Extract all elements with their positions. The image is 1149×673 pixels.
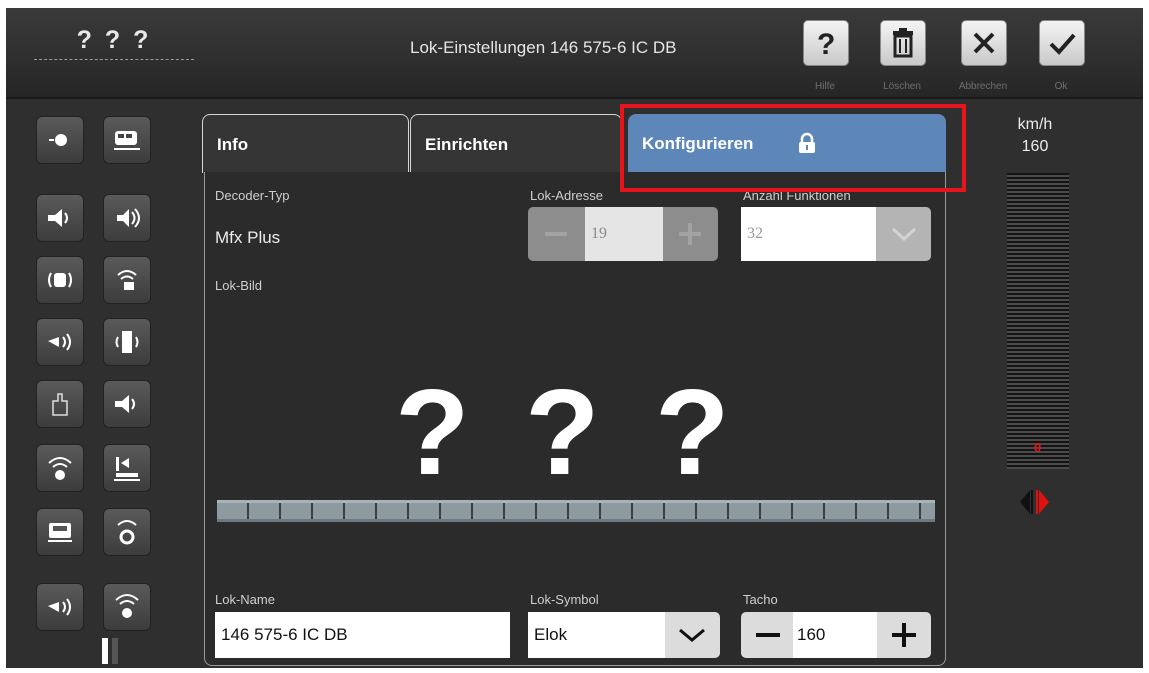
loco-name-label: Lok-Name	[215, 592, 275, 607]
function-count-field[interactable]: 32	[741, 207, 876, 261]
loco-symbol-field[interactable]: Elok	[528, 612, 665, 658]
help-button[interactable]: ?	[803, 20, 849, 66]
address-decrement-button	[528, 207, 585, 261]
header-bar: ? ? ? Lok-Einstellungen 146 575-6 IC DB …	[6, 8, 1143, 99]
address-label: Lok-Adresse	[530, 188, 603, 203]
decoder-type-value: Mfx Plus	[215, 228, 281, 247]
chevron-down-icon	[891, 227, 917, 242]
delete-button[interactable]	[880, 20, 926, 66]
chevron-down-icon	[679, 628, 705, 642]
check-icon	[1049, 33, 1076, 55]
function-button[interactable]	[103, 380, 151, 428]
address-field: 19	[585, 207, 663, 261]
tab-info[interactable]: Info	[202, 114, 409, 173]
speed-unit: km/h	[1017, 116, 1053, 133]
door-sound-icon	[115, 331, 139, 353]
tacho-field[interactable]: 160	[793, 612, 877, 658]
function-count-value: 32	[747, 225, 763, 242]
address-increment-button	[663, 207, 718, 261]
decoder-type-label: Decoder-Typ	[215, 188, 290, 203]
loco-name-value: 146 575-6 IC DB	[221, 625, 348, 644]
function-button[interactable]	[36, 444, 84, 492]
delete-label: Löschen	[883, 81, 921, 92]
function-button[interactable]	[36, 583, 84, 631]
wagon-light-icon	[48, 523, 72, 542]
cab-light-icon	[48, 272, 72, 288]
signal-wave-icon	[48, 457, 72, 480]
loco-symbol-select[interactable]: Elok	[528, 612, 720, 658]
highlight-frame	[620, 104, 966, 192]
function-scroll-indicator[interactable]	[102, 638, 120, 664]
loco-symbol-value: Elok	[534, 625, 568, 644]
cancel-label: Abbrechen	[958, 81, 1008, 92]
tab-einrichten-label: Einrichten	[425, 135, 509, 154]
image-placeholder-char: ?	[655, 364, 730, 500]
page-title: Lok-Einstellungen 146 575-6 IC DB	[410, 38, 677, 57]
minus-icon	[756, 633, 780, 637]
current-speed: 0	[1034, 440, 1042, 455]
app-screen: ? ? ? Lok-Einstellungen 146 575-6 IC DB …	[6, 8, 1143, 668]
horn-sound-icon	[48, 209, 68, 227]
track-graphic	[217, 500, 935, 522]
close-icon	[973, 32, 995, 54]
function-button[interactable]	[36, 194, 84, 242]
svg-text:?: ?	[817, 28, 835, 59]
function-button[interactable]	[103, 444, 151, 492]
tab-info-label: Info	[217, 135, 249, 154]
whistle-icon	[48, 333, 71, 351]
function-button[interactable]	[103, 318, 151, 366]
horn-alt-icon	[48, 598, 71, 616]
tab-einrichten[interactable]: Einrichten	[410, 114, 622, 173]
loco-short-name[interactable]: ? ? ?	[34, 26, 194, 60]
function-button[interactable]	[36, 116, 84, 164]
loco-image-label: Lok-Bild	[215, 278, 262, 293]
direction-arrows-icon	[1020, 490, 1049, 514]
function-button[interactable]	[103, 508, 151, 556]
address-stepper: 19	[528, 207, 718, 261]
loco-symbol-label: Lok-Symbol	[530, 592, 599, 607]
tacho-decrement-button[interactable]	[741, 612, 793, 658]
signal-dim-icon	[117, 270, 137, 290]
ok-label: Ok	[1054, 81, 1068, 92]
question-icon: ?	[817, 28, 835, 59]
function-button[interactable]	[103, 194, 151, 242]
settings-panel: Decoder-Typ Mfx Plus Lok-Adresse 19 Anza…	[204, 172, 946, 666]
function-button[interactable]	[103, 583, 151, 631]
function-count-dropdown-button[interactable]	[876, 207, 931, 261]
speed-max: 160	[1021, 138, 1049, 155]
tacho-stepper: 160	[741, 612, 931, 658]
address-value: 19	[591, 225, 607, 242]
trash-icon	[893, 28, 913, 58]
antenna-icon	[115, 594, 139, 618]
speed-readout: km/h 160	[1010, 114, 1060, 158]
rotate-signal-icon	[117, 520, 137, 545]
function-button[interactable]	[103, 116, 151, 164]
tacho-label: Tacho	[743, 592, 778, 607]
help-label: Hilfe	[814, 81, 835, 92]
function-button[interactable]	[103, 256, 151, 304]
ok-button[interactable]	[1039, 20, 1085, 66]
cancel-button[interactable]	[961, 20, 1007, 66]
light-icon	[49, 134, 67, 146]
function-button[interactable]	[36, 318, 84, 366]
loco-name-input[interactable]: 146 575-6 IC DB	[215, 612, 510, 658]
loco-symbol-dropdown-button[interactable]	[665, 612, 720, 658]
function-button[interactable]	[36, 256, 84, 304]
loco-icon	[114, 131, 140, 150]
function-button[interactable]	[36, 508, 84, 556]
minus-icon	[545, 232, 567, 236]
function-button[interactable]	[36, 380, 84, 428]
function-count-select[interactable]: 32	[741, 207, 931, 261]
image-placeholder-char: ?	[395, 364, 470, 500]
sound-alt-icon	[115, 395, 135, 413]
image-placeholder-char: ?	[525, 364, 600, 500]
coupler-icon	[52, 393, 68, 416]
speed-slider[interactable]	[1007, 173, 1069, 469]
shunting-icon	[114, 457, 140, 481]
direction-toggle[interactable]	[1018, 487, 1058, 517]
sound-icon	[117, 208, 140, 228]
tacho-value: 160	[797, 625, 826, 644]
tacho-increment-button[interactable]	[877, 612, 931, 658]
